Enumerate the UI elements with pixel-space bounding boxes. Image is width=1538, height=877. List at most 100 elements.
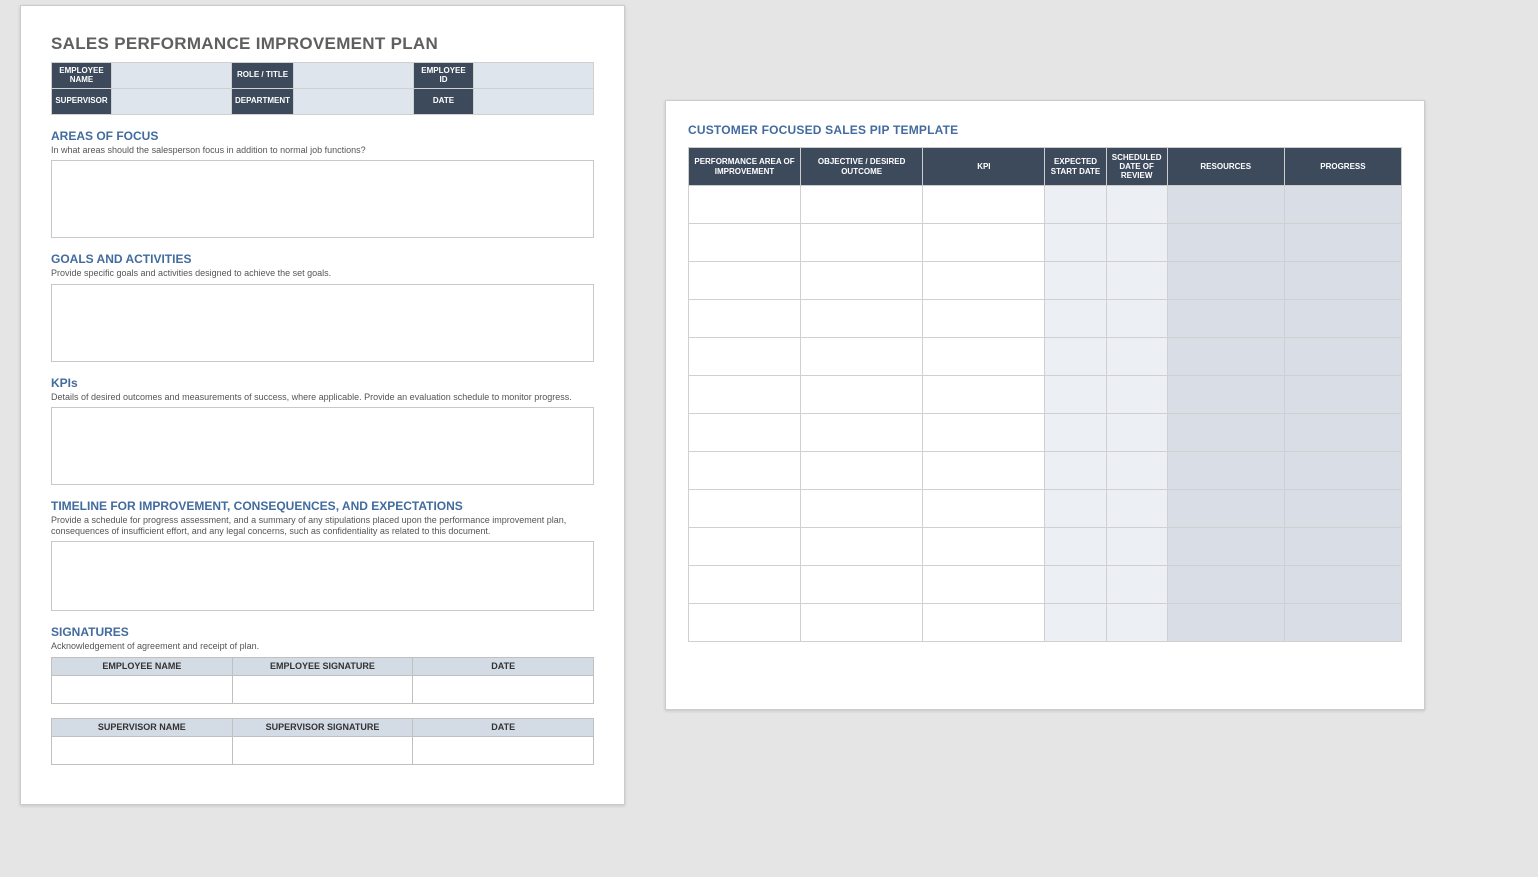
table-cell[interactable] bbox=[689, 338, 801, 376]
table-cell[interactable] bbox=[1106, 300, 1167, 338]
table-cell[interactable] bbox=[801, 224, 923, 262]
table-cell[interactable] bbox=[689, 604, 801, 642]
table-cell[interactable] bbox=[1167, 376, 1284, 414]
table-cell[interactable] bbox=[801, 186, 923, 224]
table-cell[interactable] bbox=[1284, 528, 1401, 566]
table-cell[interactable] bbox=[689, 414, 801, 452]
table-cell[interactable] bbox=[801, 376, 923, 414]
table-cell[interactable] bbox=[801, 414, 923, 452]
table-cell[interactable] bbox=[689, 262, 801, 300]
table-cell[interactable] bbox=[801, 490, 923, 528]
table-cell[interactable] bbox=[689, 490, 801, 528]
table-cell[interactable] bbox=[1284, 566, 1401, 604]
field-sup-date[interactable] bbox=[413, 736, 594, 764]
table-cell[interactable] bbox=[689, 300, 801, 338]
table-cell[interactable] bbox=[801, 604, 923, 642]
textarea-goals[interactable] bbox=[51, 284, 594, 362]
table-cell[interactable] bbox=[1167, 528, 1284, 566]
table-cell[interactable] bbox=[1167, 224, 1284, 262]
field-role-title[interactable] bbox=[294, 63, 414, 89]
table-cell[interactable] bbox=[1106, 604, 1167, 642]
table-cell[interactable] bbox=[1284, 376, 1401, 414]
table-cell[interactable] bbox=[1284, 300, 1401, 338]
table-cell[interactable] bbox=[1167, 604, 1284, 642]
field-emp-date[interactable] bbox=[413, 675, 594, 703]
textarea-kpis[interactable] bbox=[51, 407, 594, 485]
field-department[interactable] bbox=[294, 89, 414, 115]
field-employee-name[interactable] bbox=[111, 63, 231, 89]
table-cell[interactable] bbox=[1045, 262, 1106, 300]
table-cell[interactable] bbox=[923, 262, 1045, 300]
table-cell[interactable] bbox=[1284, 452, 1401, 490]
textarea-areas-of-focus[interactable] bbox=[51, 160, 594, 238]
table-cell[interactable] bbox=[1045, 224, 1106, 262]
table-cell[interactable] bbox=[1167, 338, 1284, 376]
table-cell[interactable] bbox=[1106, 376, 1167, 414]
table-cell[interactable] bbox=[1106, 452, 1167, 490]
table-cell[interactable] bbox=[1167, 414, 1284, 452]
table-cell[interactable] bbox=[1045, 186, 1106, 224]
table-cell[interactable] bbox=[1045, 376, 1106, 414]
table-cell[interactable] bbox=[1167, 300, 1284, 338]
table-cell[interactable] bbox=[801, 338, 923, 376]
table-cell[interactable] bbox=[689, 376, 801, 414]
table-cell[interactable] bbox=[1045, 490, 1106, 528]
table-cell[interactable] bbox=[923, 604, 1045, 642]
field-sup-sig[interactable] bbox=[232, 736, 413, 764]
field-emp-sig[interactable] bbox=[232, 675, 413, 703]
table-cell[interactable] bbox=[1284, 186, 1401, 224]
table-cell[interactable] bbox=[1284, 414, 1401, 452]
table-cell[interactable] bbox=[1106, 338, 1167, 376]
textarea-timeline[interactable] bbox=[51, 541, 594, 611]
table-cell[interactable] bbox=[923, 186, 1045, 224]
table-cell[interactable] bbox=[1167, 452, 1284, 490]
field-sup-name[interactable] bbox=[52, 736, 233, 764]
field-supervisor[interactable] bbox=[111, 89, 231, 115]
table-cell[interactable] bbox=[923, 490, 1045, 528]
table-cell[interactable] bbox=[801, 262, 923, 300]
field-emp-name[interactable] bbox=[52, 675, 233, 703]
table-cell[interactable] bbox=[689, 224, 801, 262]
table-cell[interactable] bbox=[1106, 566, 1167, 604]
table-cell[interactable] bbox=[1106, 262, 1167, 300]
table-cell[interactable] bbox=[1284, 604, 1401, 642]
table-cell[interactable] bbox=[923, 528, 1045, 566]
table-cell[interactable] bbox=[923, 414, 1045, 452]
table-cell[interactable] bbox=[801, 452, 923, 490]
field-employee-id[interactable] bbox=[473, 63, 593, 89]
table-cell[interactable] bbox=[1167, 186, 1284, 224]
table-cell[interactable] bbox=[923, 224, 1045, 262]
table-cell[interactable] bbox=[1167, 262, 1284, 300]
table-cell[interactable] bbox=[1045, 414, 1106, 452]
table-cell[interactable] bbox=[689, 452, 801, 490]
table-cell[interactable] bbox=[1106, 224, 1167, 262]
table-cell[interactable] bbox=[923, 338, 1045, 376]
table-cell[interactable] bbox=[1106, 414, 1167, 452]
table-cell[interactable] bbox=[1045, 566, 1106, 604]
table-cell[interactable] bbox=[801, 566, 923, 604]
table-cell[interactable] bbox=[1045, 300, 1106, 338]
table-cell[interactable] bbox=[689, 566, 801, 604]
table-cell[interactable] bbox=[1167, 490, 1284, 528]
table-cell[interactable] bbox=[689, 528, 801, 566]
table-cell[interactable] bbox=[1106, 490, 1167, 528]
table-cell[interactable] bbox=[1284, 224, 1401, 262]
table-cell[interactable] bbox=[1284, 338, 1401, 376]
table-cell[interactable] bbox=[923, 300, 1045, 338]
table-cell[interactable] bbox=[923, 376, 1045, 414]
table-cell[interactable] bbox=[1167, 566, 1284, 604]
table-cell[interactable] bbox=[1045, 338, 1106, 376]
table-cell[interactable] bbox=[1106, 186, 1167, 224]
field-date[interactable] bbox=[473, 89, 593, 115]
table-cell[interactable] bbox=[1045, 528, 1106, 566]
table-cell[interactable] bbox=[801, 300, 923, 338]
table-cell[interactable] bbox=[1045, 604, 1106, 642]
table-cell[interactable] bbox=[689, 186, 801, 224]
table-cell[interactable] bbox=[801, 528, 923, 566]
table-cell[interactable] bbox=[923, 452, 1045, 490]
table-cell[interactable] bbox=[1045, 452, 1106, 490]
table-cell[interactable] bbox=[1284, 262, 1401, 300]
table-cell[interactable] bbox=[1284, 490, 1401, 528]
table-cell[interactable] bbox=[1106, 528, 1167, 566]
table-cell[interactable] bbox=[923, 566, 1045, 604]
